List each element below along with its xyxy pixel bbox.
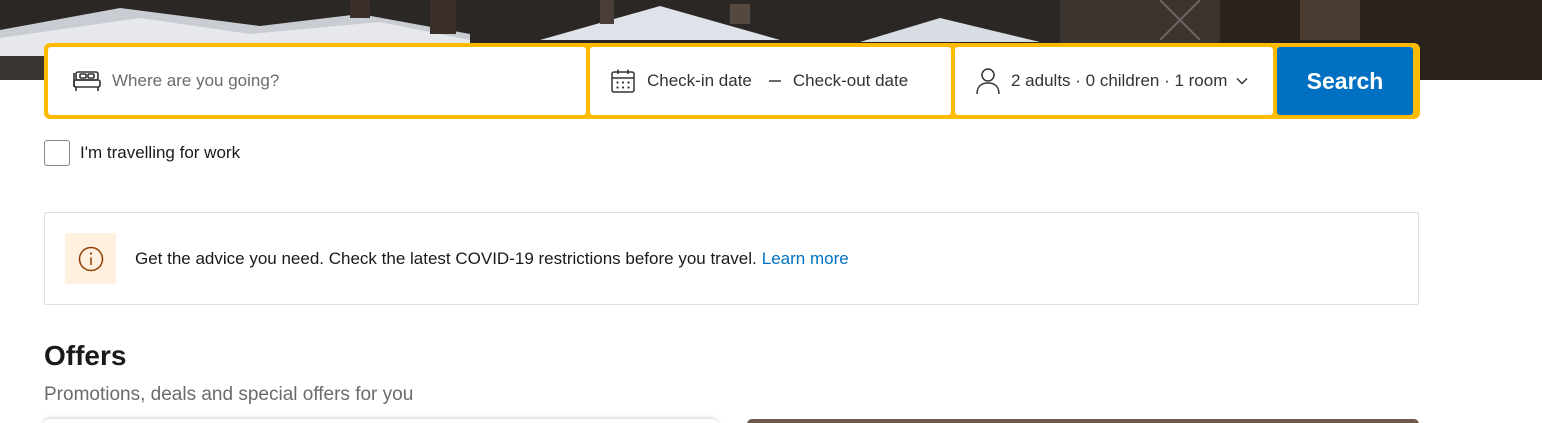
offer-card[interactable] [747, 419, 1419, 423]
person-icon [975, 67, 1001, 95]
calendar-icon [610, 68, 636, 94]
bed-icon [72, 69, 102, 93]
work-trip-checkbox[interactable] [44, 140, 70, 166]
guests-selector[interactable]: 2 adults · 0 children · 1 room [955, 47, 1273, 115]
guests-summary[interactable]: 2 adults · 0 children · 1 room [1011, 71, 1227, 91]
chevron-down-icon[interactable] [1236, 77, 1248, 85]
work-trip-label[interactable]: I'm travelling for work [80, 143, 240, 163]
destination-field[interactable] [48, 47, 586, 115]
check-in-date[interactable]: Check-in date [647, 71, 752, 91]
offers-heading: Offers [44, 340, 127, 371]
covid-advice-banner: Get the advice you need. Check the lates… [44, 212, 1419, 305]
offer-card[interactable] [44, 419, 718, 423]
search-button[interactable]: Search [1277, 47, 1413, 115]
learn-more-link[interactable]: Learn more [762, 249, 849, 269]
info-icon [65, 233, 116, 284]
covid-advice-message: Get the advice you need. Check the lates… [135, 248, 757, 268]
work-trip-option[interactable]: I'm travelling for work [44, 140, 240, 166]
date-range-separator [768, 80, 781, 82]
search-bar: Check-in date Check-out date 2 adults · … [44, 43, 1420, 119]
destination-input[interactable] [112, 71, 552, 91]
offers-subtitle: Promotions, deals and special offers for… [44, 384, 414, 405]
check-out-date[interactable]: Check-out date [793, 71, 908, 91]
date-picker-field[interactable]: Check-in date Check-out date [590, 47, 951, 115]
